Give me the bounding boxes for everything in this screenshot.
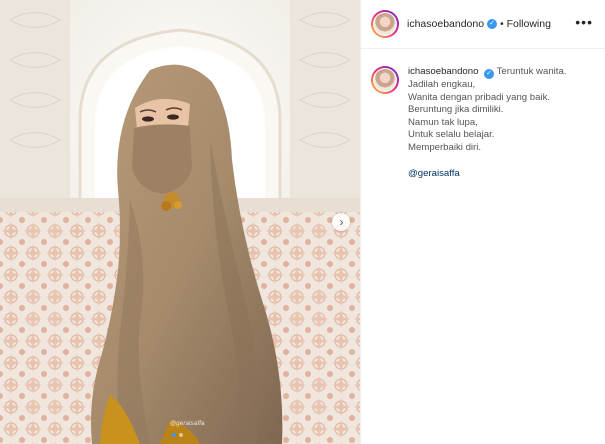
post-header: ichasoebandono ✓ • Following •••	[361, 0, 605, 49]
caption-username[interactable]: ichasoebandono	[408, 66, 478, 77]
avatar-image	[374, 13, 396, 35]
caption-line: Jadilah engkau,	[408, 79, 476, 90]
avatar-image	[374, 69, 396, 91]
carousel-next-button[interactable]: ›	[332, 213, 350, 231]
photo-illustration	[0, 0, 360, 444]
caption-line: Wanita dengan pribadi yang baik.	[408, 91, 551, 103]
caption-line: Beruntung jika dimiliki.	[408, 104, 504, 116]
carousel-indicator	[172, 433, 183, 437]
caption-line: Untuk selalu belajar.	[408, 129, 495, 141]
caption-line: Namun tak lupa,	[408, 116, 478, 128]
caption-line: Memperbaiki diri.	[408, 141, 482, 153]
caption-avatar[interactable]	[371, 66, 399, 94]
photo-watermark: @geraisaffa	[170, 421, 205, 427]
chevron-right-icon: ›	[339, 215, 344, 229]
header-separator: •	[500, 18, 504, 30]
avatar[interactable]	[371, 10, 399, 38]
post-photo[interactable]: › @geraisaffa	[0, 0, 360, 444]
carousel-dot-active	[172, 433, 176, 437]
caption-mention-link[interactable]: @geraisaffa	[408, 168, 566, 181]
following-button[interactable]: Following	[507, 18, 551, 30]
instagram-post-modal: › @geraisaffa ichasoebandono ✓ • Followi…	[0, 0, 605, 444]
header-username[interactable]: ichasoebandono	[407, 18, 484, 30]
carousel-dot	[179, 433, 183, 437]
verified-badge-icon: ✓	[487, 19, 498, 29]
post-side-panel: ichasoebandono ✓ • Following ••• ichasoe…	[360, 0, 605, 444]
more-options-icon[interactable]: •••	[575, 14, 593, 30]
caption-text: ichasoebandono ✓ Teruntuk wanita. Jadila…	[408, 66, 566, 180]
verified-badge-icon: ✓	[484, 69, 495, 79]
caption-first-line: Teruntuk wanita.	[496, 66, 567, 77]
post-caption: ichasoebandono ✓ Teruntuk wanita. Jadila…	[361, 49, 605, 180]
